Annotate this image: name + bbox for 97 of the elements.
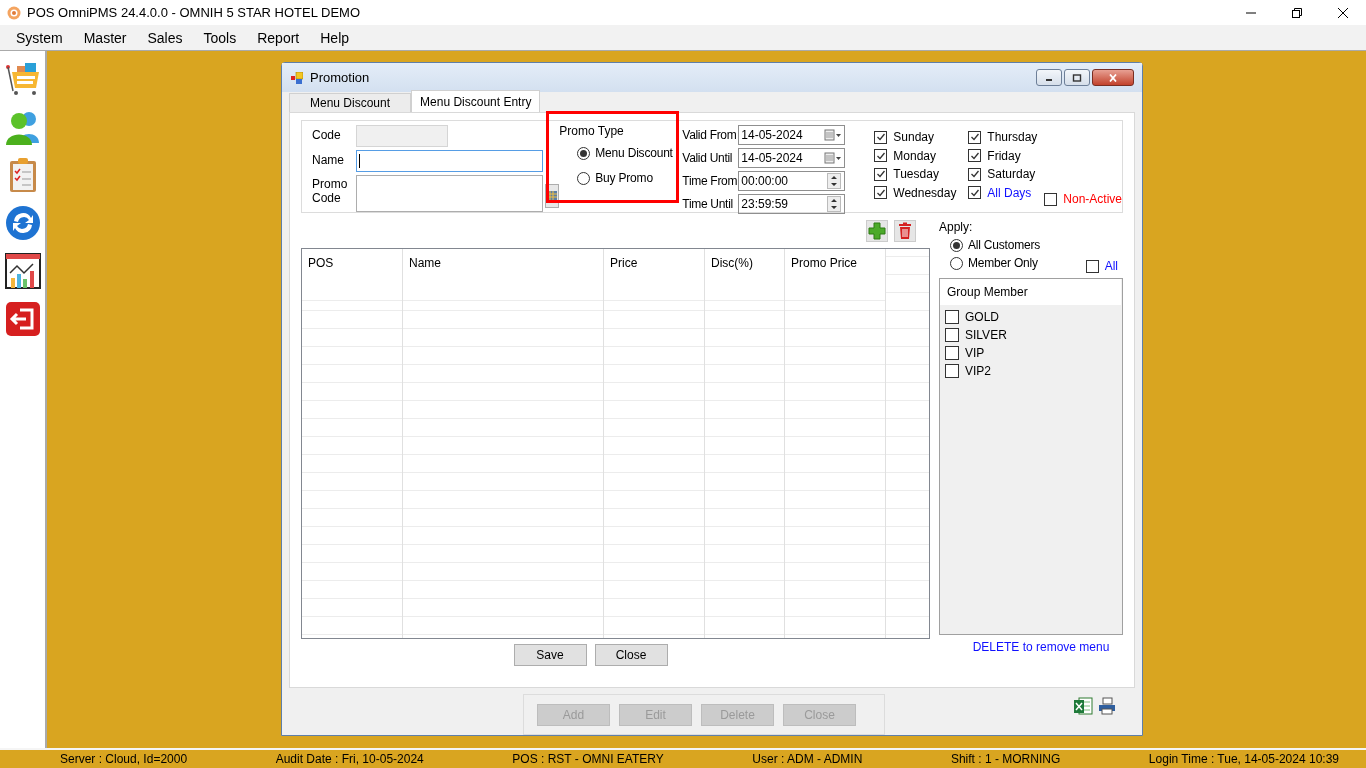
- checkbox[interactable]: [874, 186, 888, 200]
- field-label: Name: [312, 152, 345, 169]
- refresh-icon[interactable]: [4, 205, 41, 241]
- list-header: Group Member: [940, 279, 1121, 305]
- field-label: Time From: [682, 173, 739, 190]
- tab[interactable]: Menu Discount Entry: [411, 90, 541, 112]
- printer-icon[interactable]: [1097, 696, 1117, 716]
- field-label: Valid Until: [682, 150, 734, 167]
- spinner-icon: [827, 196, 842, 212]
- status-item: POS : RST - OMNI EATERY: [512, 752, 664, 766]
- radio-label: All Customers: [968, 238, 1041, 252]
- exit-icon[interactable]: [4, 301, 41, 337]
- add-row-button[interactable]: [866, 220, 888, 242]
- field-label: Code: [312, 127, 342, 144]
- excel-export-icon[interactable]: [1073, 696, 1093, 716]
- status-item: Shift : 1 - MORNING: [950, 752, 1061, 766]
- radio-label: Member Only: [968, 256, 1038, 270]
- status-item: Audit Date : Fri, 10-05-2024: [275, 752, 424, 766]
- plus-icon: [868, 222, 886, 240]
- maximize-icon: [1072, 73, 1082, 82]
- field-label: Valid From: [682, 127, 738, 144]
- radio-label: Buy Promo: [595, 171, 653, 185]
- grid-icon: [546, 190, 559, 202]
- input-field[interactable]: [356, 150, 543, 172]
- status-item: User : ADM - ADMIN: [752, 752, 863, 766]
- hint-text: DELETE to remove menu: [971, 640, 1111, 654]
- maximize-button[interactable]: [1064, 69, 1090, 86]
- checkbox-label: Thursday: [987, 130, 1038, 145]
- checkbox-label: SILVER: [965, 328, 1007, 342]
- date-picker[interactable]: 14-05-2024: [738, 125, 846, 145]
- checkbox-label: GOLD: [965, 310, 999, 324]
- date-picker[interactable]: 14-05-2024: [738, 148, 846, 168]
- checkbox[interactable]: [968, 130, 982, 144]
- checkbox-label: All Days: [987, 185, 1032, 200]
- checkbox[interactable]: [1085, 259, 1099, 273]
- tab[interactable]: Menu Discount: [289, 93, 412, 112]
- menu-item[interactable]: System: [8, 29, 71, 46]
- radio-button[interactable]: [950, 256, 963, 270]
- close-button[interactable]: Close: [594, 644, 668, 666]
- radio-button[interactable]: [577, 146, 591, 160]
- menu-item[interactable]: Sales: [139, 29, 191, 46]
- checkbox[interactable]: [945, 346, 959, 360]
- input-field[interactable]: [356, 125, 448, 147]
- spinner-icon: [827, 173, 842, 189]
- radio-button[interactable]: [577, 171, 591, 185]
- radio-button[interactable]: [950, 238, 963, 252]
- close-icon: [1108, 73, 1118, 82]
- shopping-cart-icon[interactable]: [4, 61, 41, 97]
- checkbox[interactable]: [1044, 192, 1058, 206]
- menu-item[interactable]: Report: [249, 29, 308, 46]
- calendar-dropdown-icon: [824, 129, 843, 141]
- checkbox[interactable]: [945, 364, 959, 378]
- delete-row-button[interactable]: [894, 220, 916, 242]
- input-field[interactable]: [356, 175, 543, 212]
- checkbox[interactable]: [945, 328, 959, 342]
- save-button[interactable]: Save: [513, 644, 587, 666]
- checkbox[interactable]: [874, 167, 888, 181]
- checkbox-label: All: [1104, 259, 1118, 273]
- checkbox[interactable]: [968, 149, 982, 163]
- apply-label: Apply:: [939, 220, 974, 234]
- close-button[interactable]: [1092, 69, 1134, 86]
- checkbox-label: Tuesday: [893, 167, 939, 182]
- checkbox[interactable]: [968, 167, 982, 181]
- checkbox-label: VIP: [965, 346, 985, 360]
- checkbox-label: Non-Active: [1063, 192, 1122, 206]
- app-title: POS OmniPMS 24.4.0.0 - OMNIH 5 STAR HOTEL DEMO: [27, 5, 362, 20]
- status-item: Login Time : Tue, 14-05-2024 10:39: [1148, 752, 1339, 766]
- app-logo-icon: [7, 5, 21, 20]
- calendar-dropdown-icon: [824, 152, 843, 164]
- chart-report-icon[interactable]: [4, 253, 41, 289]
- checkbox-label: VIP2: [965, 364, 991, 378]
- menu-item[interactable]: Help: [312, 29, 358, 46]
- time-field[interactable]: 23:59:59: [738, 194, 846, 214]
- dialog-title: Promotion: [310, 70, 371, 85]
- checkbox-label: Wednesday: [893, 185, 957, 200]
- close-icon: [1337, 6, 1349, 19]
- trash-icon: [896, 222, 914, 240]
- checkbox[interactable]: [874, 130, 888, 144]
- checkbox[interactable]: [874, 149, 888, 163]
- group-title: Promo Type: [559, 124, 625, 138]
- menu-item[interactable]: Master: [75, 29, 135, 46]
- menu-item[interactable]: Tools: [195, 29, 245, 46]
- users-icon[interactable]: [4, 109, 41, 145]
- time-field[interactable]: 00:00:00: [738, 171, 846, 191]
- checkbox-label: Sunday: [893, 130, 934, 145]
- checkbox-label: Monday: [893, 148, 936, 163]
- window-icon: [291, 71, 303, 84]
- field-label: Promo Code: [312, 176, 346, 207]
- field-label: Time Until: [682, 196, 734, 213]
- radio-label: Menu Discount: [595, 146, 673, 160]
- status-item: Server : Cloud, Id=2000: [60, 752, 188, 766]
- minimize-button[interactable]: [1036, 69, 1062, 86]
- checkbox-label: Friday: [987, 148, 1021, 163]
- checkbox[interactable]: [945, 310, 959, 324]
- checkbox-label: Saturday: [987, 167, 1036, 182]
- restore-icon: [1291, 6, 1303, 19]
- checkbox[interactable]: [968, 186, 982, 200]
